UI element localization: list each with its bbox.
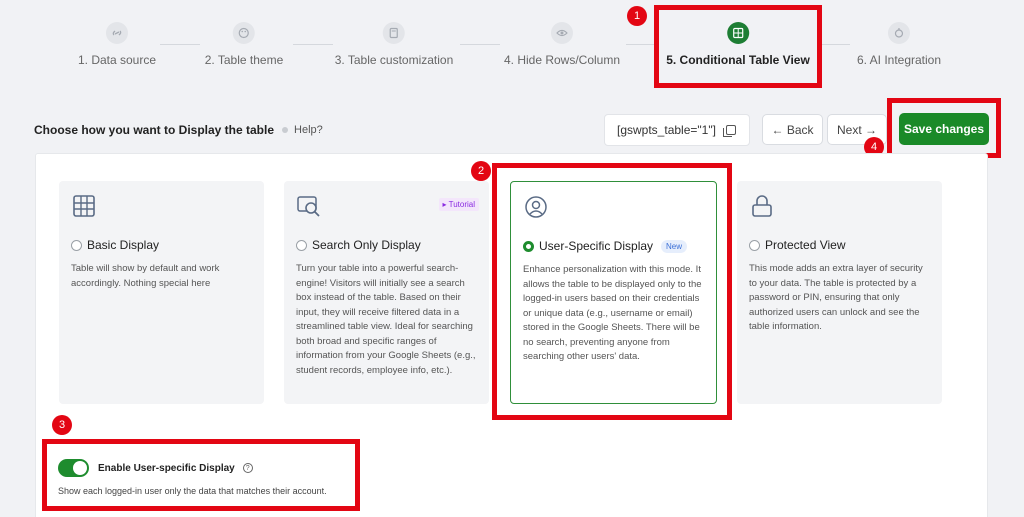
step-connector bbox=[293, 44, 333, 45]
card-desc: Table will show by default and work acco… bbox=[71, 263, 220, 289]
radio-basic-display[interactable] bbox=[71, 239, 82, 251]
card-desc: This mode adds an extra layer of securit… bbox=[749, 263, 923, 332]
highlight-box-toggle bbox=[42, 439, 360, 511]
step-connector bbox=[626, 44, 656, 45]
step-ai-integration[interactable]: 6. AI Integration bbox=[857, 22, 941, 67]
card-desc: Turn your table into a powerful search-e… bbox=[296, 263, 476, 376]
step-hide-rows-column[interactable]: 4. Hide Rows/Column bbox=[504, 22, 620, 67]
link-icon bbox=[105, 22, 128, 44]
tutorial-tag[interactable]: ▸ Tutorial bbox=[438, 198, 479, 211]
card-title: Search Only Display bbox=[312, 238, 421, 252]
highlight-box-card bbox=[492, 163, 732, 420]
highlight-box-step bbox=[654, 5, 822, 88]
help-link[interactable]: Help? bbox=[294, 124, 323, 136]
stepper: 1. Data source 2. Table theme 3. Table c… bbox=[0, 0, 1024, 100]
search-icon bbox=[297, 196, 320, 217]
radio-protected-view[interactable] bbox=[749, 239, 760, 251]
step-table-customization[interactable]: 3. Table customization bbox=[334, 22, 454, 67]
eye-icon bbox=[550, 22, 573, 44]
annotation-badge: 1 bbox=[627, 6, 647, 26]
step-label: 2. Table theme bbox=[204, 53, 284, 67]
card-protected-view[interactable]: Protected View This mode adds an extra l… bbox=[737, 181, 942, 404]
card-title: Protected View bbox=[765, 238, 846, 252]
back-button[interactable]: ← Back bbox=[762, 114, 823, 145]
step-connector bbox=[460, 44, 500, 45]
calculator-icon bbox=[382, 22, 405, 44]
step-label: 6. AI Integration bbox=[856, 53, 942, 67]
dot-icon bbox=[282, 127, 289, 133]
table-icon bbox=[73, 195, 95, 217]
step-table-theme[interactable]: 2. Table theme bbox=[204, 22, 284, 67]
shortcode-box[interactable]: [gswpts_table="1"] bbox=[604, 114, 750, 146]
highlight-box-save bbox=[887, 98, 1001, 158]
radio-search-only-display[interactable] bbox=[296, 239, 307, 251]
copy-icon[interactable] bbox=[722, 125, 736, 137]
display-heading: Choose how you want to Display the table… bbox=[34, 123, 323, 137]
card-title-row: Basic Display bbox=[71, 238, 252, 252]
step-connector bbox=[160, 44, 200, 45]
ai-icon bbox=[888, 22, 910, 44]
page-title: Choose how you want to Display the table bbox=[34, 123, 275, 137]
card-search-only-display[interactable]: ▸ Tutorial Search Only Display Turn your… bbox=[284, 181, 489, 404]
step-connector bbox=[820, 44, 850, 45]
palette-icon bbox=[233, 22, 255, 44]
shortcode-text: [gswpts_table="1"] bbox=[617, 123, 716, 137]
step-label: 4. Hide Rows/Column bbox=[503, 53, 621, 67]
annotation-badge: 3 bbox=[52, 415, 72, 435]
card-basic-display[interactable]: Basic Display Table will show by default… bbox=[59, 181, 264, 404]
lock-icon bbox=[752, 195, 772, 217]
card-title-row: Protected View bbox=[749, 238, 930, 252]
annotation-badge: 2 bbox=[471, 161, 491, 181]
card-title: Basic Display bbox=[87, 238, 160, 252]
card-title-row: Search Only Display bbox=[296, 238, 477, 252]
step-data-source[interactable]: 1. Data source bbox=[78, 22, 156, 67]
step-label: 1. Data source bbox=[77, 53, 157, 67]
step-label: 3. Table customization bbox=[334, 53, 454, 67]
